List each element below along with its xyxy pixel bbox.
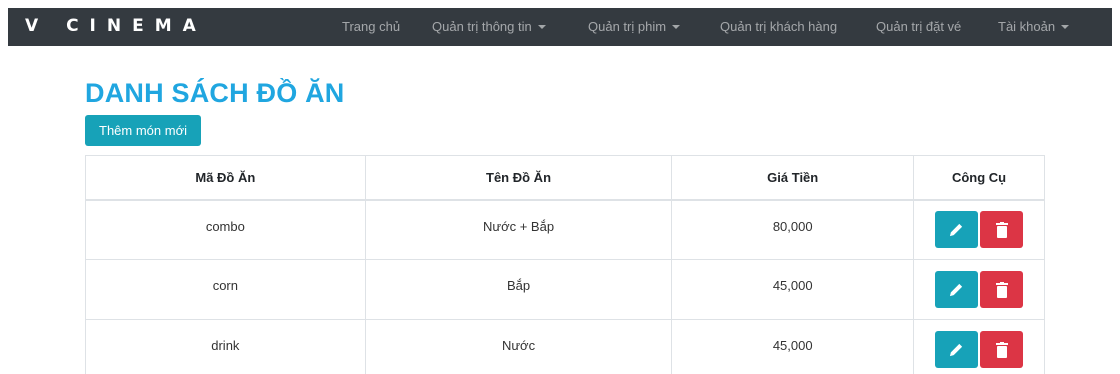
caret-down-icon — [672, 25, 681, 29]
row-tools — [913, 319, 1045, 374]
food-name: Bắp — [364, 259, 673, 320]
caret-down-icon — [537, 25, 546, 29]
page-title: DANH SÁCH ĐỒ ĂN — [85, 78, 345, 108]
food-name: Nước — [364, 319, 673, 374]
food-code: corn — [85, 259, 366, 320]
brand-logo[interactable]: V CINEMA — [25, 16, 207, 36]
pencil-icon — [949, 283, 963, 297]
food-price: 45,000 — [671, 319, 915, 374]
food-price: 45,000 — [671, 259, 915, 320]
caret-down-icon — [1061, 25, 1070, 29]
add-food-button[interactable]: Thêm món mới — [85, 115, 201, 146]
edit-button[interactable] — [935, 331, 979, 368]
table-row: drink Nước 45,000 — [85, 319, 1045, 374]
trash-icon — [995, 281, 1008, 298]
row-tools — [913, 199, 1045, 260]
food-table: Mã Đồ Ăn Tên Đồ Ăn Giá Tiền Công Cụ comb… — [85, 155, 1045, 374]
table-header-row: Mã Đồ Ăn Tên Đồ Ăn Giá Tiền Công Cụ — [85, 155, 1045, 201]
pencil-icon — [949, 224, 963, 237]
delete-button[interactable] — [980, 211, 1024, 249]
column-header-tools: Công Cụ — [913, 155, 1045, 201]
delete-button[interactable] — [980, 331, 1024, 368]
navbar: V CINEMA Trang chủ Quản trị thông tin Qu… — [8, 8, 1112, 46]
food-name: Nước + Bắp — [364, 199, 673, 260]
row-tools — [913, 259, 1045, 320]
column-header-code: Mã Đồ Ăn — [85, 155, 366, 201]
edit-button[interactable] — [935, 211, 979, 249]
table-row: combo Nước + Bắp 80,000 — [85, 199, 1045, 260]
nav-item-account[interactable]: Tài khoản — [998, 19, 1070, 34]
nav-item-movie-admin[interactable]: Quản trị phim — [588, 19, 681, 34]
trash-icon — [995, 221, 1008, 238]
food-code: combo — [85, 199, 366, 260]
edit-button[interactable] — [935, 271, 979, 308]
pencil-icon — [949, 343, 963, 357]
food-code: drink — [85, 319, 366, 374]
column-header-price: Giá Tiền — [671, 155, 915, 201]
nav-item-customer-admin[interactable]: Quản trị khách hàng — [720, 19, 837, 34]
trash-icon — [995, 341, 1008, 358]
column-header-name: Tên Đồ Ăn — [364, 155, 673, 201]
nav-item-home[interactable]: Trang chủ — [342, 19, 400, 34]
nav-item-booking-admin[interactable]: Quản trị đặt vé — [876, 19, 961, 34]
delete-button[interactable] — [980, 271, 1024, 308]
table-row: corn Bắp 45,000 — [85, 259, 1045, 320]
food-price: 80,000 — [671, 199, 915, 260]
nav-item-info-admin[interactable]: Quản trị thông tin — [432, 19, 546, 34]
